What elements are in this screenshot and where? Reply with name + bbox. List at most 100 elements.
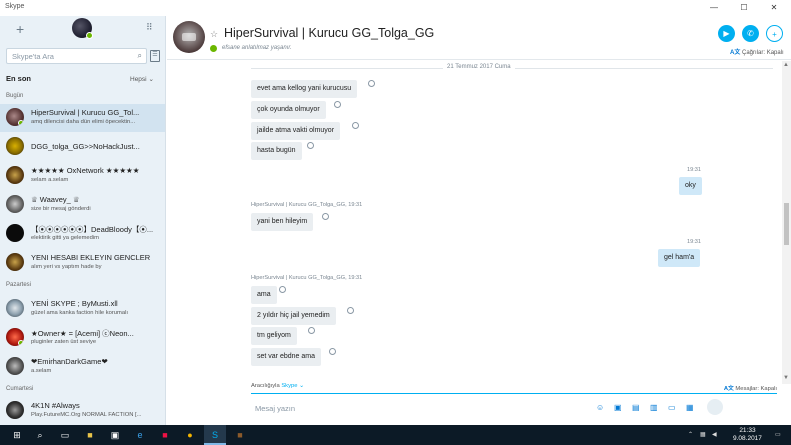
message-incoming[interactable]: tm geliyom [251,327,297,345]
send-via-selector[interactable]: Aracılığıyla Skype ⌄ [251,383,304,389]
message-input[interactable]: Mesaj yazın [255,404,295,413]
chrome-icon[interactable]: ● [183,428,197,442]
message-incoming[interactable]: hasta bugün [251,142,302,160]
task-view-icon[interactable]: ▭ [58,428,72,442]
emoji-reaction-icon[interactable] [279,286,286,293]
add-contact-icon[interactable]: + [766,25,783,42]
audio-call-icon[interactable]: ✆ [742,25,759,42]
file-explorer-icon[interactable]: ■ [83,428,97,442]
translate-icon: A文 [730,50,741,56]
skype-window: Skype — ☐ ✕ + ⠿ Skype'ta Ara ⌕ ☰ En son … [0,0,791,425]
chat-name: 4K1N #Always [31,401,80,410]
message-incoming[interactable]: 2 yıldır hiç jail yemedim [251,307,336,325]
message-outgoing[interactable]: oky [679,177,702,195]
chat-name: ★★★★★ OxNetwork ★★★★★ [31,166,140,175]
dialpad-icon[interactable]: ⠿ [146,22,153,33]
emoji-reaction-icon[interactable] [352,122,359,129]
message-incoming[interactable]: çok oyunda olmuyor [251,101,326,119]
conversation-header: ☆ HiperSurvival | Kurucu GG_Tolga_GG efs… [167,16,791,60]
emoji-icon[interactable]: ☺ [596,403,604,412]
minimize-button[interactable]: — [700,0,728,16]
network-icon[interactable]: ▦ [700,431,706,438]
chat-item[interactable]: ★★★★★ OxNetwork ★★★★★ selam a.selam [0,162,165,190]
title-bar: Skype — ☐ ✕ [0,0,791,16]
emoji-reaction-icon[interactable] [308,327,315,334]
chat-name: ♕ Waavey_ ♕ [31,195,80,204]
message-incoming[interactable]: ama [251,286,277,304]
minecraft-icon[interactable]: ■ [233,428,247,442]
emoji-reaction-icon[interactable] [347,307,354,314]
chat-item[interactable]: ★Owner★ = [Acemi] ⓒNeon... pluginler zat… [0,324,165,352]
clock-date: 9.08.2017 [733,435,762,442]
scrollbar-thumb[interactable] [784,203,789,245]
maximize-button[interactable]: ☐ [730,0,758,16]
gif-icon[interactable]: ▣ [614,403,622,412]
edge-icon[interactable]: e [133,428,147,442]
contact-card-icon[interactable]: ▦ [686,403,694,412]
avatar [6,166,24,184]
chat-item[interactable]: ♕ Waavey_ ♕ size bir mesaj gönderdi [0,191,165,219]
chat-name: YENİ SKYPE ; ByMusti.xll [31,299,118,308]
search-input[interactable]: Skype'ta Ara ⌕ [6,48,147,64]
skype-icon[interactable]: S [208,428,222,442]
store-icon[interactable]: ▣ [108,428,122,442]
conversation-avatar[interactable] [173,21,205,53]
new-chat-button[interactable]: + [16,21,24,37]
favorite-star-icon[interactable]: ☆ [210,29,218,40]
recent-header: En son [6,74,32,83]
avatar [6,195,24,213]
emoji-reaction-icon[interactable] [368,80,375,87]
video-message-icon[interactable]: ▭ [668,403,676,412]
my-avatar[interactable] [72,18,93,39]
search-icon[interactable]: ⌕ [33,428,47,442]
scroll-down-icon[interactable]: ▼ [783,375,789,381]
message-incoming[interactable]: evet ama kellog yani kurucusu [251,80,358,98]
message-outgoing[interactable]: gel ham'a [658,249,701,267]
chat-name: 【⦿⦿⦿⦿⦿⦿】DeadBloody【⦿... [31,225,154,234]
filter-label: Hepsi [130,76,147,83]
message-list: 21 Temmuz 2017 Cuma evet ama kellog yani… [167,61,781,384]
video-call-icon[interactable]: ▶ [718,25,735,42]
search-icon[interactable]: ⌕ [138,51,142,61]
notifications-icon[interactable]: ▭ [775,431,781,438]
chevron-down-icon: ⌄ [299,383,304,389]
chat-item[interactable]: DGG_tolga_GG>>NoHackJust... [0,133,165,161]
emoji-reaction-icon[interactable] [334,101,341,108]
chat-item[interactable]: YENI HESABI EKLEYIN GENCLER alım yeri vs… [0,249,165,277]
close-button[interactable]: ✕ [760,0,788,16]
chat-item[interactable]: 【⦿⦿⦿⦿⦿⦿】DeadBloody【⦿... elektirik gitti … [0,220,165,248]
conversation-title[interactable]: HiperSurvival | Kurucu GG_Tolga_GG [224,26,434,40]
message-incoming[interactable]: yani ben hileyim [251,213,314,231]
emoji-reaction-icon[interactable] [329,348,336,355]
office-icon[interactable]: ■ [158,428,172,442]
chat-item[interactable]: HiperSurvival | Kurucu GG_Tol... amq dil… [0,104,165,132]
avatar [6,137,24,155]
emoji-reaction-icon[interactable] [307,142,314,149]
file-icon[interactable]: ▥ [650,403,658,412]
avatar [6,328,24,346]
chat-item[interactable]: YENİ SKYPE ; ByMusti.xll güzel ama kanka… [0,295,165,323]
message-scrollbar[interactable]: ▲ ▼ [782,61,791,384]
translate-icon: A文 [723,386,734,392]
clock[interactable]: 21:33 9.08.2017 [733,427,762,443]
image-icon[interactable]: ▤ [632,403,640,412]
sidebar: + ⠿ Skype'ta Ara ⌕ ☰ En son Hepsi ⌄ Bugü… [0,16,166,425]
volume-icon[interactable]: ◀ [712,431,717,438]
chevron-down-icon: ⌄ [148,76,154,83]
contacts-icon[interactable]: ☰ [150,50,160,62]
filter-dropdown[interactable]: Hepsi ⌄ [130,75,154,83]
message-incoming[interactable]: set var ebdne ama [251,348,321,366]
scroll-up-icon[interactable]: ▲ [783,62,789,68]
message-translator-toggle[interactable]: A文 Mesajlar: Kapalı [724,383,777,392]
tray-chevron-icon[interactable]: ⌃ [688,431,693,438]
calls-translator-toggle[interactable]: A文 Çağrılar: Kapalı [730,47,784,56]
composer-options: Aracılığıyla Skype ⌄ A文 Mesajlar: Kapalı [251,382,777,394]
avatar [6,299,24,317]
start-icon[interactable]: ⊞ [10,428,24,442]
send-icon[interactable] [707,399,723,415]
chat-item[interactable]: 4K1N #Always Play.FutureMC.Org NORMAL FA… [0,397,165,425]
emoji-reaction-icon[interactable] [322,213,329,220]
chat-item[interactable]: ❤EmirhanDarkGame❤ a.selam [0,353,165,381]
avatar [6,224,24,242]
message-incoming[interactable]: jailde atma vakti olmuyor [251,122,341,140]
